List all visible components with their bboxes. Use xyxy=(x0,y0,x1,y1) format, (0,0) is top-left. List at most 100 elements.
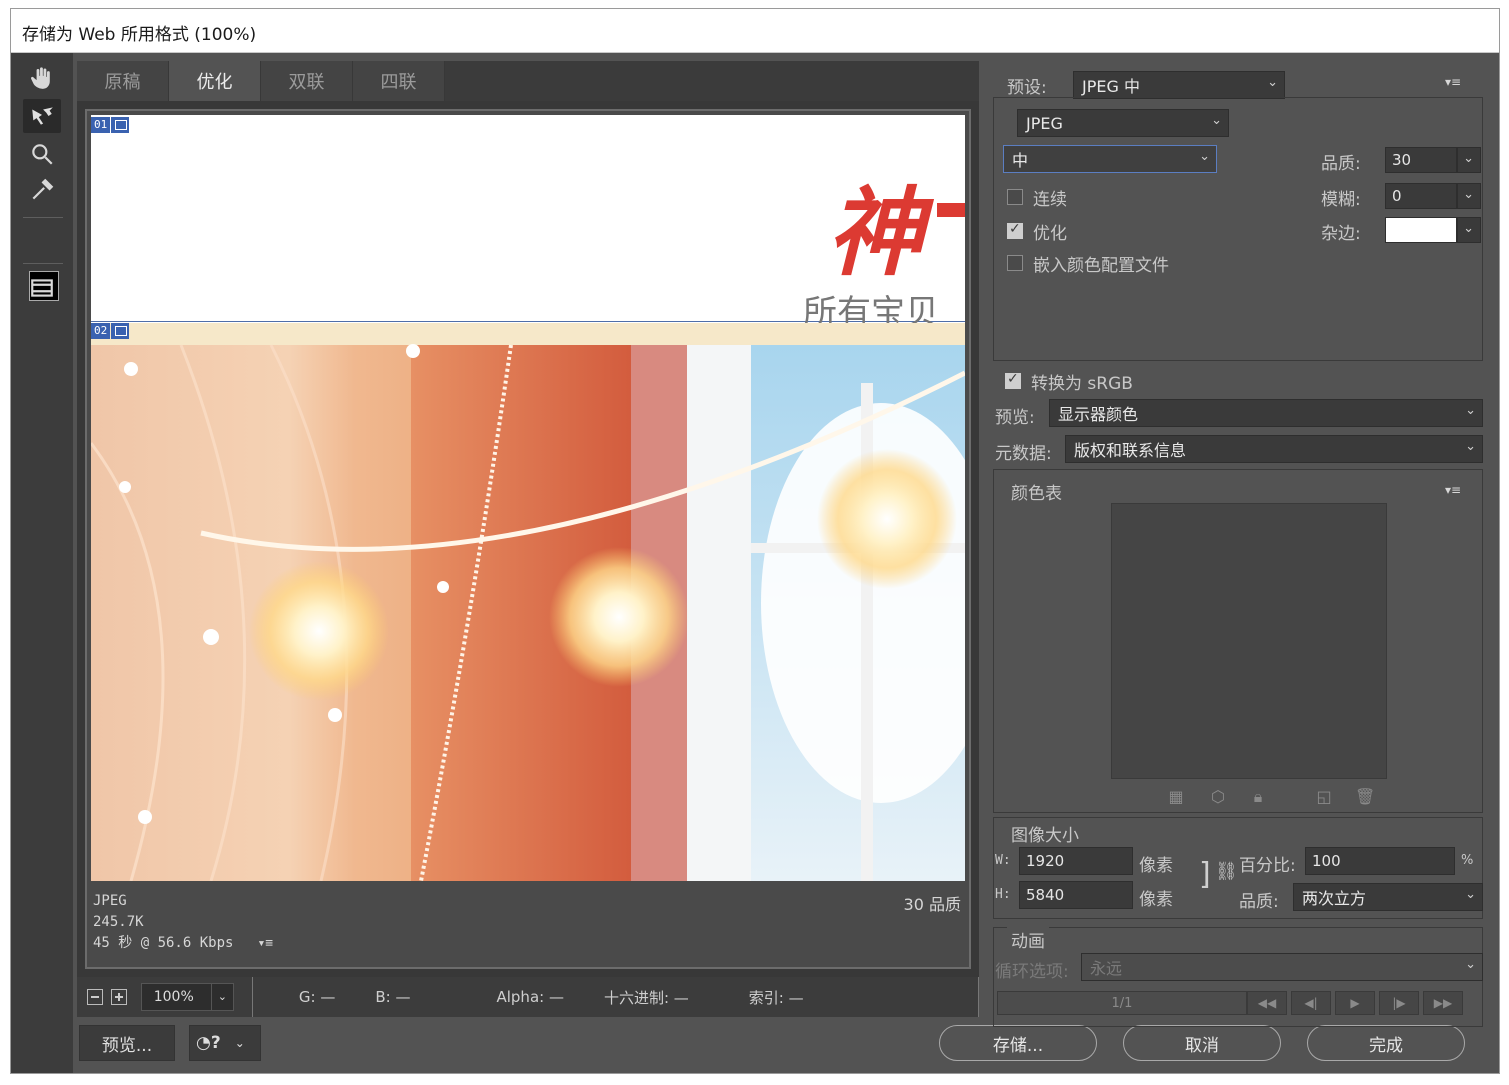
index-value: 索引: — xyxy=(748,988,804,1007)
chevron-down-icon: ⌄ xyxy=(1465,887,1476,902)
download-menu-icon[interactable]: ▾≡ xyxy=(257,933,273,954)
percent-label: 百分比: xyxy=(1239,856,1296,876)
resample-label: 品质: xyxy=(1239,892,1279,912)
tab-original[interactable]: 原稿 xyxy=(77,61,169,101)
slice-01[interactable]: 01 神 所有宝贝 xyxy=(91,115,965,333)
chevron-down-icon: ⌄ xyxy=(1463,187,1474,202)
slice-01-label: 01 xyxy=(91,117,130,133)
embed-profile-label: 嵌入颜色配置文件 xyxy=(1033,256,1169,276)
cancel-button[interactable]: 取消 xyxy=(1123,1025,1281,1061)
tool-separator xyxy=(23,217,63,218)
width-input[interactable]: 1920 xyxy=(1019,847,1133,875)
zoom-in-icon[interactable] xyxy=(110,989,127,1005)
matte-color-swatch[interactable] xyxy=(1385,217,1457,243)
zoom-select[interactable]: 100% ⌄ xyxy=(140,983,234,1011)
title-bar: 存储为 Web 所用格式 (100%) xyxy=(11,9,1499,53)
quality-slider-toggle[interactable]: ⌄ xyxy=(1457,147,1481,173)
format-select[interactable]: JPEG ⌄ xyxy=(1017,109,1229,137)
preview-area: 原稿 优化 双联 四联 01 神 所有宝贝 02 JPEG 245.7K 45 … xyxy=(77,61,979,983)
browser-preview-button[interactable]: ◔? ⌄ xyxy=(189,1025,261,1061)
slice-02-label: 02 xyxy=(91,323,130,339)
toggle-slices-icon[interactable] xyxy=(23,271,61,305)
image-size-title: 图像大小 xyxy=(1007,821,1083,846)
slice-select-tool-icon[interactable] xyxy=(23,99,61,133)
tool-separator xyxy=(23,263,63,264)
metadata-label: 元数据: xyxy=(995,444,1052,464)
color-table[interactable] xyxy=(1111,503,1387,779)
preset-label: 预设: xyxy=(1007,78,1047,98)
trash-icon[interactable]: 🗑︎ xyxy=(1355,787,1375,806)
height-label: H: xyxy=(995,887,1011,902)
loop-label: 循环选项: xyxy=(995,962,1069,982)
zoom-tool-icon[interactable] xyxy=(23,137,61,171)
matte-dropdown[interactable]: ⌄ xyxy=(1457,217,1481,243)
chevron-down-icon: ⌄ xyxy=(1465,957,1476,972)
progressive-label: 连续 xyxy=(1033,190,1067,210)
percent-unit: % xyxy=(1461,853,1474,868)
pixel-info: G: — B: — Alpha: — 十六进制: — 索引: — xyxy=(251,977,979,1017)
progressive-checkbox[interactable] xyxy=(1007,189,1023,205)
tab-2-up[interactable]: 双联 xyxy=(261,61,353,101)
lock-color-icon[interactable]: ⬡ xyxy=(1209,787,1227,806)
preset-select[interactable]: JPEG 中 ⌄ xyxy=(1073,71,1285,99)
preview-button[interactable]: 预览... xyxy=(79,1025,175,1061)
image-preview[interactable]: 01 神 所有宝贝 02 xyxy=(91,115,965,881)
quality-preset-select[interactable]: 中 ⌄ xyxy=(1003,145,1217,173)
link-bracket-icon: ] xyxy=(1199,857,1211,892)
done-button[interactable]: 完成 xyxy=(1307,1025,1465,1061)
download-time-text: 45 秒 @ 56.6 Kbps xyxy=(93,935,234,951)
banner-title-fragment xyxy=(937,203,965,217)
lock-icon[interactable]: 🔒︎ xyxy=(1249,787,1267,806)
chevron-down-icon: ⌄ xyxy=(210,984,233,1010)
slice-02[interactable]: 02 xyxy=(91,323,965,881)
tab-4-up[interactable]: 四联 xyxy=(353,61,445,101)
chevron-down-icon: ⌄ xyxy=(1465,403,1476,418)
image-slice-icon xyxy=(111,323,130,339)
height-unit: 像素 xyxy=(1139,890,1173,910)
width-label: W: xyxy=(995,853,1011,868)
alpha-value: Alpha: — xyxy=(496,988,564,1006)
quality-input[interactable]: 30 xyxy=(1385,147,1457,173)
chevron-down-icon: ⌄ xyxy=(1267,75,1278,90)
browser-help-icon: ◔? xyxy=(196,1033,221,1053)
preset-menu-icon[interactable]: ▾≡ xyxy=(1445,75,1461,89)
optimized-canvas[interactable]: 01 神 所有宝贝 02 JPEG 245.7K 45 秒 @ 56.6 Kbp… xyxy=(85,109,971,969)
tool-strip xyxy=(11,53,73,1073)
blur-input[interactable]: 0 xyxy=(1385,183,1457,209)
eyedropper-tool-icon[interactable] xyxy=(23,173,61,207)
next-frame-icon[interactable]: |▶ xyxy=(1379,991,1419,1015)
chevron-down-icon: ⌄ xyxy=(1463,221,1474,236)
embed-profile-checkbox[interactable] xyxy=(1007,255,1023,271)
last-frame-icon[interactable]: ▶▶ xyxy=(1423,991,1463,1015)
metadata-select[interactable]: 版权和联系信息 ⌄ xyxy=(1065,435,1483,463)
new-color-icon[interactable]: ◱ xyxy=(1315,787,1333,806)
preview-mode-select[interactable]: 显示器颜色 ⌄ xyxy=(1049,399,1483,427)
hand-tool-icon[interactable] xyxy=(23,61,61,95)
green-value: G: — xyxy=(298,988,336,1006)
color-table-menu-icon[interactable]: ▾≡ xyxy=(1445,483,1461,497)
zoom-out-icon[interactable] xyxy=(87,989,103,1005)
file-info: JPEG 245.7K 45 秒 @ 56.6 Kbps ▾≡ xyxy=(93,891,273,954)
quality-label: 品质: xyxy=(1321,154,1361,174)
convert-srgb-checkbox[interactable] xyxy=(1005,371,1021,389)
convert-srgb-label: 转换为 sRGB xyxy=(1031,374,1133,394)
blur-slider-toggle[interactable]: ⌄ xyxy=(1457,183,1481,209)
save-for-web-dialog: 存储为 Web 所用格式 (100%) 原稿 优化 双联 四联 01 神 所有宝… xyxy=(10,8,1500,1074)
web-snap-icon[interactable]: ▦ xyxy=(1167,787,1185,806)
save-button[interactable]: 存储... xyxy=(939,1025,1097,1061)
chevron-down-icon: ⌄ xyxy=(1463,151,1474,166)
percent-input[interactable]: 100 xyxy=(1305,847,1455,875)
color-table-title: 颜色表 xyxy=(1007,479,1066,504)
chain-link-icon[interactable]: ⛓︎ xyxy=(1215,861,1238,882)
resample-select[interactable]: 两次立方 ⌄ xyxy=(1293,883,1483,911)
loop-select[interactable]: 永远 ⌄ xyxy=(1081,953,1483,981)
optimized-checkbox[interactable] xyxy=(1007,221,1023,239)
view-tabs: 原稿 优化 双联 四联 xyxy=(77,61,979,101)
previous-frame-icon[interactable]: ◀| xyxy=(1291,991,1331,1015)
height-input[interactable]: 5840 xyxy=(1019,881,1133,909)
play-icon[interactable]: ▶ xyxy=(1335,991,1375,1015)
tab-optimized[interactable]: 优化 xyxy=(169,61,261,101)
first-frame-icon[interactable]: ◀◀ xyxy=(1247,991,1287,1015)
preview-mode-label: 预览: xyxy=(995,408,1035,428)
width-unit: 像素 xyxy=(1139,856,1173,876)
